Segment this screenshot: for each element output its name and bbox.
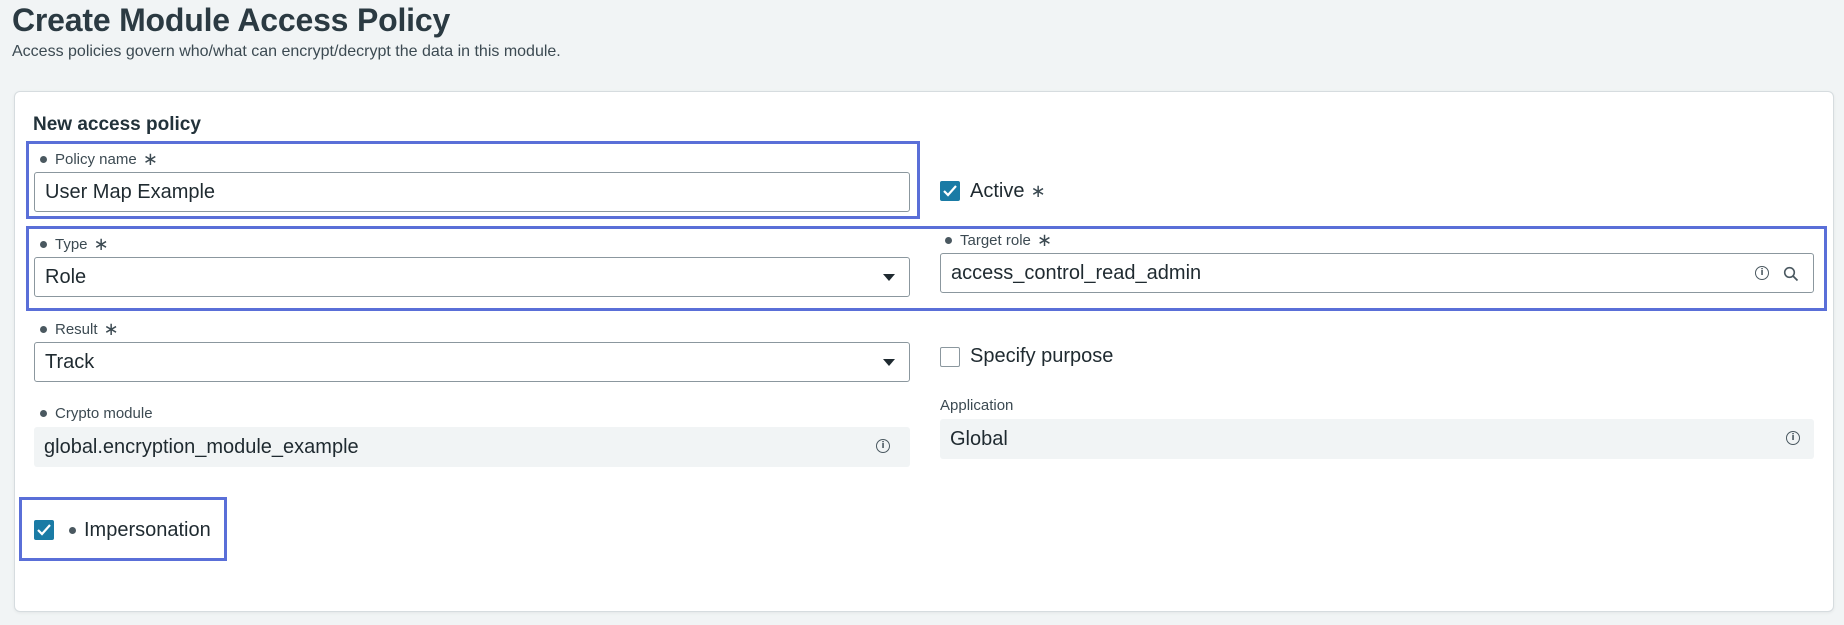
target-role-input[interactable]: access_control_read_admin i [940,253,1814,293]
result-label: Result ∗ [40,320,119,338]
target-role-label-text: Target role [960,231,1031,249]
crypto-module-field: global.encryption_module_example i [34,427,910,467]
page-subtitle: Access policies govern who/what can encr… [12,43,561,60]
impersonation-checkbox[interactable] [34,520,54,540]
type-value: Role [45,265,87,288]
check-icon [37,524,51,536]
result-label-text: Result [55,320,98,338]
target-role-label: Target role ∗ [945,231,1052,249]
application-value: Global [950,427,1008,450]
type-label: Type ∗ [40,235,109,253]
policy-name-label: Policy name ∗ [40,150,158,168]
impersonation-label: Impersonation [69,516,211,544]
policy-name-input[interactable]: User Map Example [34,172,910,212]
required-asterisk: ∗ [93,234,109,254]
policy-name-value: User Map Example [45,180,216,203]
specify-purpose-label-text: Specify purpose [970,344,1114,367]
section-title: New access policy [33,114,201,135]
required-asterisk: ∗ [142,149,158,169]
chevron-down-icon [883,274,895,281]
info-icon[interactable]: i [1755,266,1769,280]
required-asterisk: ∗ [1036,230,1052,250]
required-bullet [40,410,47,417]
required-bullet [945,236,952,244]
page-title: Create Module Access Policy [12,2,451,38]
required-bullet [40,155,47,163]
search-icon[interactable] [1783,266,1799,282]
application-label-text: Application [940,397,1014,414]
result-value: Track [45,350,95,373]
required-bullet [69,526,76,534]
info-icon[interactable]: i [1786,431,1800,445]
application-field: Global i [940,419,1814,459]
result-select[interactable]: Track [34,342,910,382]
impersonation-label-text: Impersonation [84,518,211,541]
chevron-down-icon [883,359,895,366]
active-checkbox[interactable] [940,181,960,201]
required-bullet [40,325,47,333]
application-label: Application [940,397,1013,414]
specify-purpose-label: Specify purpose [970,342,1113,370]
target-role-value: access_control_read_admin [951,261,1202,284]
crypto-module-label-text: Crypto module [55,405,153,422]
required-bullet [40,240,47,248]
policy-name-label-text: Policy name [55,150,137,168]
info-icon[interactable]: i [876,439,890,453]
crypto-module-label: Crypto module [40,405,153,422]
type-label-text: Type [55,235,88,253]
specify-purpose-checkbox[interactable] [940,347,960,367]
crypto-module-value: global.encryption_module_example [44,435,359,458]
required-asterisk: ∗ [1030,181,1046,201]
required-asterisk: ∗ [103,319,119,339]
type-select[interactable]: Role [34,257,910,297]
active-label: Active ∗ [970,177,1046,205]
check-icon [943,185,957,197]
active-label-text: Active [970,179,1025,202]
